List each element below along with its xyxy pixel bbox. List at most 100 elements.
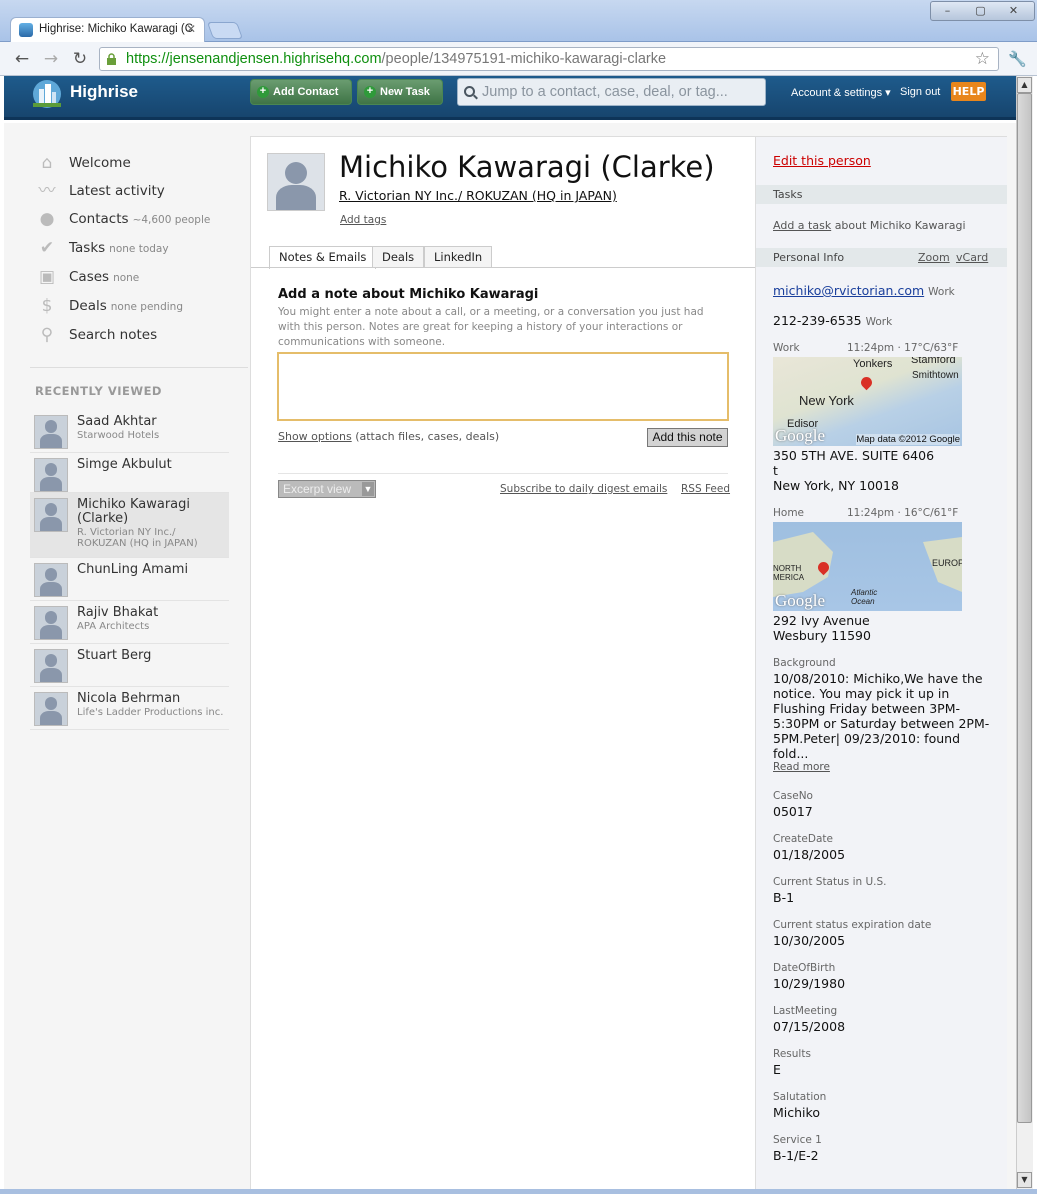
map-label: EUROP bbox=[932, 558, 962, 568]
window-bottom-border bbox=[0, 1189, 1037, 1194]
work-address: 350 5TH AVE. SUITE 6406 t New York, NY 1… bbox=[773, 448, 935, 493]
sign-out-link[interactable]: Sign out bbox=[900, 86, 940, 98]
home-local-time: 11:24pm · 16°C/61°F bbox=[847, 507, 959, 519]
edit-person-link[interactable]: Edit this person bbox=[773, 153, 871, 168]
tab-close-icon[interactable]: ✕ bbox=[186, 18, 196, 41]
tab-title: Highrise: Michiko Kawaragi (C bbox=[39, 23, 194, 35]
back-arrow-icon[interactable]: ← bbox=[11, 49, 33, 69]
close-window-icon[interactable]: ✕ bbox=[997, 2, 1030, 20]
wrench-icon[interactable]: 🔧 bbox=[1008, 50, 1027, 68]
add-contact-label: Add Contact bbox=[273, 86, 339, 98]
google-logo: Google bbox=[775, 591, 826, 610]
recent-sub: APA Architects bbox=[77, 621, 150, 632]
recent-item[interactable]: Rajiv Bhakat APA Architects bbox=[30, 601, 229, 644]
plus-icon: + bbox=[364, 86, 376, 98]
field-value: 10/29/1980 bbox=[773, 976, 846, 991]
browser-tab[interactable]: Highrise: Michiko Kawaragi (C ✕ bbox=[10, 17, 205, 42]
work-map[interactable]: Yonkers Stamford Smithtown New York Edis… bbox=[773, 357, 962, 446]
email-row: michiko@rvictorian.com Work bbox=[773, 283, 955, 298]
add-task-link[interactable]: Add a task bbox=[773, 219, 831, 232]
add-tags-link[interactable]: Add tags bbox=[340, 214, 386, 226]
sidebar-item-search-notes[interactable]: ⚲ Search notes bbox=[36, 324, 157, 346]
recent-name: Simge Akbulut bbox=[77, 457, 172, 472]
scroll-up-icon[interactable]: ▲ bbox=[1017, 77, 1032, 93]
new-task-label: New Task bbox=[380, 86, 430, 98]
maximize-icon[interactable]: ▢ bbox=[964, 2, 997, 20]
recent-item[interactable]: Stuart Berg bbox=[30, 644, 229, 687]
recent-item[interactable]: Saad Akhtar Starwood Hotels bbox=[30, 410, 229, 453]
recent-item-current[interactable]: Michiko Kawaragi (Clarke) R. Victorian NY… bbox=[30, 493, 229, 558]
field-value: E bbox=[773, 1062, 781, 1077]
tab-notes-emails[interactable]: Notes & Emails bbox=[269, 246, 377, 269]
excerpt-view-select[interactable]: Excerpt view ▼ bbox=[278, 480, 376, 498]
bookmark-star-icon[interactable]: ☆ bbox=[975, 48, 990, 70]
reload-icon[interactable]: ↻ bbox=[69, 49, 91, 69]
minimize-icon[interactable]: – bbox=[931, 2, 964, 20]
jump-search-input[interactable]: Jump to a contact, case, deal, or tag... bbox=[457, 78, 766, 106]
recent-item[interactable]: Nicola Behrman Life's Ladder Productions … bbox=[30, 687, 229, 730]
browser-titlebar: Highrise: Michiko Kawaragi (C ✕ – ▢ ✕ bbox=[0, 0, 1037, 42]
field-label: CreateDate bbox=[773, 833, 833, 845]
recent-item[interactable]: Simge Akbulut bbox=[30, 453, 229, 493]
field-label: Salutation bbox=[773, 1091, 827, 1103]
tab-linkedin[interactable]: LinkedIn bbox=[424, 246, 493, 268]
email-kind: Work bbox=[928, 286, 955, 298]
add-note-button[interactable]: Add this note bbox=[647, 428, 728, 447]
sidebar-divider bbox=[30, 367, 248, 368]
read-more-link[interactable]: Read more bbox=[773, 761, 830, 773]
sidebar-item-cases[interactable]: ▣ Cases none bbox=[36, 266, 139, 288]
logo-text[interactable]: Highrise bbox=[70, 82, 138, 102]
zoom-link[interactable]: Zoom bbox=[918, 251, 950, 264]
note-textarea[interactable] bbox=[277, 352, 729, 421]
excerpt-view-value: Excerpt view bbox=[283, 482, 352, 496]
vcard-link[interactable]: vCard bbox=[956, 251, 988, 264]
map-label: New York bbox=[799, 393, 854, 408]
sidebar-item-tasks[interactable]: ✔ Tasks none today bbox=[36, 237, 169, 259]
plus-icon: + bbox=[257, 86, 269, 98]
add-contact-button[interactable]: + Add Contact bbox=[250, 79, 352, 105]
field-label: Service 1 bbox=[773, 1134, 822, 1146]
avatar bbox=[34, 498, 68, 532]
activity-icon: 〰 bbox=[38, 181, 56, 201]
subscribe-digest-link[interactable]: Subscribe to daily digest emails bbox=[500, 483, 667, 495]
home-map[interactable]: NORTH MERICA EUROP Atlantic Ocean Google bbox=[773, 522, 962, 611]
sidebar-item-deals[interactable]: $ Deals none pending bbox=[36, 295, 183, 317]
chevron-down-icon: ▼ bbox=[362, 482, 374, 496]
recent-name: Rajiv Bhakat bbox=[77, 605, 159, 620]
tab-deals[interactable]: Deals bbox=[372, 246, 425, 268]
help-button[interactable]: HELP bbox=[951, 82, 986, 101]
highrise-logo-icon[interactable] bbox=[30, 79, 64, 109]
show-options-link[interactable]: Show options bbox=[278, 430, 352, 443]
person-avatar[interactable] bbox=[267, 153, 325, 211]
url-secure-part: https://jensenandjensen.highrisehq.com bbox=[126, 51, 382, 67]
sidebar-item-label: Contacts bbox=[69, 211, 129, 227]
cases-meta: none bbox=[113, 272, 140, 284]
address-bar[interactable]: https://jensenandjensen.highrisehq.com/p… bbox=[99, 47, 999, 71]
sidebar-item-label: Welcome bbox=[69, 155, 131, 171]
phone-kind: Work bbox=[865, 316, 893, 328]
field-value: 05017 bbox=[773, 804, 813, 819]
home-map-header: Home 11:24pm · 16°C/61°F bbox=[773, 507, 963, 519]
tasks-meta: none today bbox=[109, 243, 169, 255]
sidebar-item-welcome[interactable]: ⌂ Welcome bbox=[36, 152, 131, 174]
email-link[interactable]: michiko@rvictorian.com bbox=[773, 283, 924, 298]
forward-arrow-icon[interactable]: → bbox=[40, 49, 62, 69]
recent-item[interactable]: ChunLing Amami bbox=[30, 558, 229, 601]
sidebar-item-label: Deals bbox=[69, 298, 107, 314]
scroll-down-icon[interactable]: ▼ bbox=[1017, 1172, 1032, 1188]
sidebar-item-latest-activity[interactable]: 〰 Latest activity bbox=[36, 180, 165, 202]
company-link[interactable]: R. Victorian NY Inc./ ROKUZAN (HQ in JAP… bbox=[339, 188, 617, 203]
account-settings-link[interactable]: Account & settings ▾ bbox=[791, 86, 891, 99]
recent-name: Michiko Kawaragi (Clarke) bbox=[77, 497, 191, 526]
map-attribution: Map data ©2012 Google bbox=[856, 434, 960, 445]
sidebar-item-contacts[interactable]: ● Contacts ~4,600 people bbox=[36, 208, 211, 230]
note-help-text: You might enter a note about a call, or … bbox=[278, 306, 704, 348]
rss-feed-link[interactable]: RSS Feed bbox=[681, 483, 730, 495]
field-label: Current Status in U.S. bbox=[773, 876, 887, 888]
new-task-button[interactable]: + New Task bbox=[357, 79, 443, 105]
highrise-favicon-icon bbox=[19, 23, 33, 37]
recent-sub: R. Victorian NY Inc./ ROKUZAN (HQ in JAP… bbox=[77, 527, 198, 549]
new-tab-button[interactable] bbox=[206, 22, 244, 39]
recent-name: Nicola Behrman bbox=[77, 691, 181, 706]
scrollbar-thumb[interactable] bbox=[1017, 93, 1032, 1123]
